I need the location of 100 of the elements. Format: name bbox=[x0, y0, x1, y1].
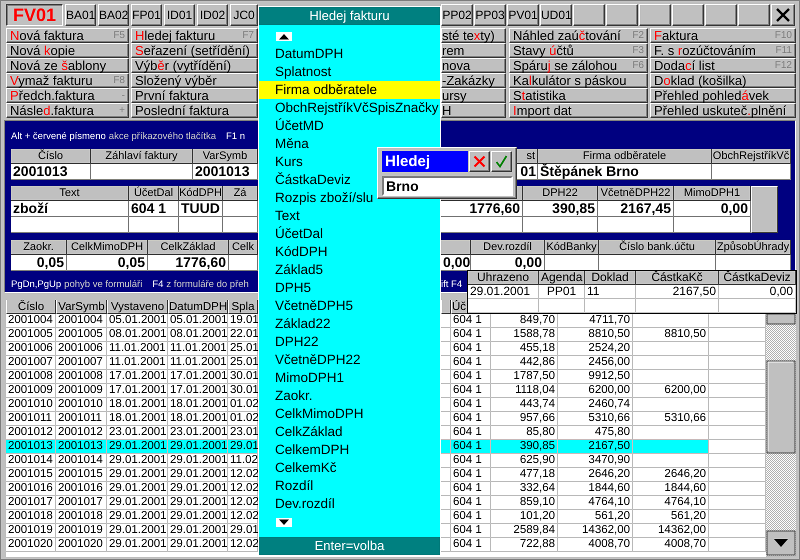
list-item[interactable]: Splatnost bbox=[259, 63, 440, 81]
menu-button[interactable]: Nová faktura F5 bbox=[6, 28, 129, 43]
menu-button[interactable]: rem bbox=[441, 43, 506, 58]
blank-button[interactable] bbox=[573, 4, 605, 26]
agenda-button[interactable]: PP03 bbox=[474, 4, 506, 26]
cancel-button[interactable] bbox=[469, 151, 490, 172]
dropdown-footer: Enter=volba bbox=[259, 537, 440, 555]
menu-button[interactable]: Násled.faktura + bbox=[6, 103, 129, 118]
blank-button[interactable] bbox=[639, 4, 671, 26]
agenda-button[interactable]: PP02 bbox=[441, 4, 473, 26]
menu-button[interactable]: Hledej fakturu F7 bbox=[131, 28, 258, 43]
column-header: MimoDPH1 bbox=[674, 186, 751, 201]
list-item[interactable]: CelkemKč bbox=[259, 459, 440, 477]
vertical-scrollbar[interactable] bbox=[766, 314, 796, 556]
hint-text: akce příkazového tlačítka bbox=[108, 130, 216, 142]
column-header: KódBanky bbox=[545, 240, 599, 255]
menu-button[interactable]: Dodací list F12 bbox=[650, 58, 796, 73]
column-header: CelkMimoDPH bbox=[67, 240, 148, 255]
table-cell: 0,00 bbox=[719, 285, 796, 299]
menu-button[interactable]: Nová kopie bbox=[6, 43, 129, 58]
menu-button[interactable]: Spáruj se zálohou F6 bbox=[509, 58, 648, 73]
agenda-button[interactable]: ID02 bbox=[197, 4, 228, 26]
agenda-button[interactable]: ID01 bbox=[164, 4, 195, 26]
list-item[interactable]: Měna bbox=[259, 135, 440, 153]
table-cell: 29.01.2001 bbox=[168, 538, 228, 552]
menu-button[interactable]: Faktura F10 bbox=[650, 28, 796, 43]
list-item[interactable]: CelkZáklad bbox=[259, 423, 440, 441]
menu-button[interactable]: -Zakázky bbox=[441, 73, 506, 88]
menu-button[interactable]: Nová ze šablony bbox=[6, 58, 129, 73]
list-item[interactable]: CelkMimoDPH bbox=[259, 405, 440, 423]
menu-button[interactable]: Statistika bbox=[509, 88, 648, 103]
menu-button[interactable]: Náhled zaúčtování F2 bbox=[509, 28, 648, 43]
menu-button[interactable]: Výběr (vytřídění) bbox=[131, 58, 258, 73]
menu-button[interactable]: Poslední faktura bbox=[131, 103, 258, 118]
list-item[interactable]: DPH22 bbox=[259, 333, 440, 351]
table-cell: 722,88 bbox=[491, 538, 558, 552]
menu-button[interactable]: Přehled pohledávek bbox=[650, 88, 796, 103]
confirm-button[interactable] bbox=[491, 151, 512, 172]
key-hint: F4 bbox=[152, 278, 164, 290]
blank-button[interactable] bbox=[672, 4, 704, 26]
blank-button[interactable] bbox=[606, 4, 638, 26]
agenda-button[interactable]: BA02 bbox=[98, 4, 129, 26]
list-item[interactable]: ObchRejstříkVčSpisZnačky bbox=[259, 99, 440, 117]
list-item[interactable]: DPH5 bbox=[259, 279, 440, 297]
menu-button[interactable]: sté texty) bbox=[441, 28, 506, 43]
list-item[interactable]: Zaokr. bbox=[259, 387, 440, 405]
menu-button[interactable]: Předch.faktura - bbox=[6, 88, 129, 103]
menu-button[interactable]: nova bbox=[441, 58, 506, 73]
table-cell: 4008,70 bbox=[633, 538, 709, 552]
key-hint: PgDn,PgUp bbox=[11, 278, 62, 290]
menu-button[interactable]: Seřazení (setřídění) bbox=[131, 43, 258, 58]
agenda-button[interactable]: PV01 bbox=[507, 4, 539, 26]
agenda-button[interactable]: BA01 bbox=[65, 4, 96, 26]
search-field[interactable]: Brno bbox=[382, 176, 513, 196]
table-cell: 2167,50 bbox=[636, 285, 719, 299]
column-header: Agenda bbox=[539, 271, 585, 285]
column-header: VčetněDPH22 bbox=[598, 186, 674, 201]
table-cell: 29.01.2001 bbox=[107, 538, 168, 552]
list-item[interactable]: ÚčetDal bbox=[259, 225, 440, 243]
table-cell: 604 1 bbox=[451, 538, 491, 552]
menu-button[interactable]: První faktura bbox=[131, 88, 258, 103]
column-header: VarSymb bbox=[56, 300, 107, 314]
menu-button[interactable]: Kalkulátor s páskou bbox=[509, 73, 648, 88]
field-value: 390,85 bbox=[523, 201, 598, 217]
blank-button[interactable] bbox=[705, 4, 737, 26]
column-header: Doklad bbox=[585, 271, 636, 285]
list-item[interactable]: Dev.rozdíl bbox=[259, 495, 440, 513]
down-arrow-icon[interactable] bbox=[276, 518, 292, 526]
list-item[interactable]: Text bbox=[259, 207, 440, 225]
menu-button[interactable]: ursy bbox=[441, 88, 506, 103]
menu-button[interactable]: Přehled uskuteč.plnění bbox=[650, 103, 796, 118]
agenda-button[interactable]: FP01 bbox=[131, 4, 162, 26]
close-button[interactable] bbox=[771, 4, 795, 26]
menu-button[interactable]: Doklad (košilka) bbox=[650, 73, 796, 88]
list-item[interactable]: VčetněDPH22 bbox=[259, 351, 440, 369]
field-value: 01 bbox=[517, 164, 538, 180]
dialog-title: Hledej bbox=[382, 151, 468, 172]
list-item[interactable]: MimoDPH1 bbox=[259, 369, 440, 387]
list-item[interactable]: Firma odběratele bbox=[259, 81, 440, 99]
blank-button[interactable] bbox=[738, 4, 770, 26]
list-item[interactable]: VčetněDPH5 bbox=[259, 297, 440, 315]
menu-button[interactable]: F. s rozúčtováním F11 bbox=[650, 43, 796, 58]
menu-button[interactable]: Vymaž fakturu F8 bbox=[6, 73, 129, 88]
list-item[interactable]: Základ22 bbox=[259, 315, 440, 333]
list-item[interactable]: KódDPH bbox=[259, 243, 440, 261]
field-value: 0,00 bbox=[441, 255, 471, 271]
list-item[interactable]: DatumDPH bbox=[259, 45, 440, 63]
menu-button[interactable]: Stavy účtů F3 bbox=[509, 43, 648, 58]
menu-button[interactable]: Složený výběr bbox=[131, 73, 258, 88]
list-item[interactable]: Rozdíl bbox=[259, 477, 440, 495]
up-arrow-icon[interactable] bbox=[276, 32, 292, 40]
field-value: 2001013 bbox=[193, 164, 258, 180]
menu-button[interactable]: Import dat bbox=[509, 103, 648, 118]
list-item[interactable]: ÚčetMD bbox=[259, 117, 440, 135]
menu-button[interactable]: H bbox=[441, 103, 506, 118]
agenda-button[interactable]: JC0 bbox=[230, 4, 258, 26]
list-item[interactable]: CelkemDPH bbox=[259, 441, 440, 459]
column-header: DatumDPH bbox=[168, 300, 228, 314]
table-cell: 2001020 bbox=[6, 538, 56, 552]
list-item[interactable]: Základ5 bbox=[259, 261, 440, 279]
